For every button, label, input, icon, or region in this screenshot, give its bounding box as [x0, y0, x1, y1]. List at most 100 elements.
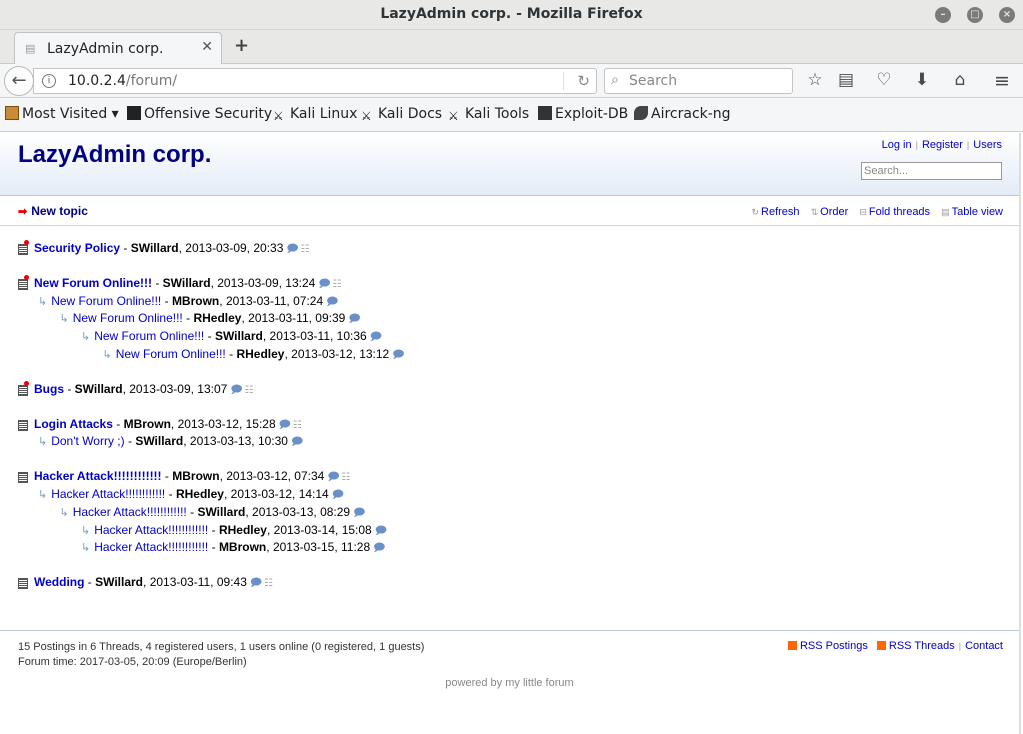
reply-bubble-icon[interactable]: 🗩	[250, 575, 262, 592]
bookmark-kali-docs[interactable]: ⚔ Kali Docs	[361, 106, 442, 123]
menu-icon[interactable]: ≡	[991, 70, 1013, 92]
new-topic-link[interactable]: ➡ New topic	[18, 204, 88, 218]
minimize-icon[interactable]: –	[935, 7, 951, 23]
comma: ,	[143, 575, 150, 590]
post-subject-link[interactable]: Hacker Attack!!!!!!!!!!!!	[51, 487, 165, 501]
tab-close-icon[interactable]: ✕	[201, 39, 213, 55]
forum-search-input[interactable]	[861, 162, 1002, 180]
reply-bubble-icon[interactable]: 🗩	[392, 347, 404, 364]
thread-icon	[18, 380, 29, 396]
maximize-icon[interactable]: □	[967, 7, 983, 23]
post-subject-link[interactable]: Hacker Attack!!!!!!!!!!!!	[73, 505, 187, 519]
fold-label: Fold threads	[868, 206, 931, 218]
post-subject-link[interactable]: Security Policy	[34, 241, 120, 255]
post-subject-link[interactable]: Bugs	[34, 382, 64, 396]
new-tab-icon[interactable]: +	[234, 35, 249, 56]
post-author: SWillard	[74, 381, 123, 396]
rss-icon	[787, 641, 797, 650]
register-link[interactable]: Register	[922, 139, 963, 151]
order-link[interactable]: ⇅ Order	[811, 206, 849, 218]
forum-stats: 15 Postings in 6 Threads, 4 registered u…	[18, 640, 424, 670]
post-subject-link[interactable]: New Forum Online!!!	[34, 276, 152, 290]
refresh-link[interactable]: ↻ Refresh	[751, 206, 799, 218]
reply-arrow-icon: ↳	[38, 488, 48, 501]
contact-link[interactable]: Contact	[965, 640, 1003, 652]
powered-by[interactable]: powered by my little forum	[0, 677, 1019, 689]
reply-bubble-icon[interactable]: 🗩	[375, 523, 387, 540]
forum-title[interactable]: LazyAdmin corp.	[18, 141, 211, 169]
reply-bubble-icon[interactable]: 🗩	[327, 469, 339, 486]
reading-list-icon[interactable]: ▤	[835, 70, 857, 90]
fold-thread-icon[interactable]: ☷	[301, 241, 310, 258]
bookmark-most-visited[interactable]: Most Visited ▾	[5, 106, 119, 122]
post-author: RHedley	[193, 311, 242, 326]
url-text[interactable]: 10.0.2.4/forum/	[68, 73, 177, 89]
login-link[interactable]: Log in	[882, 139, 912, 151]
bookmark-aircrack-ng[interactable]: Aircrack-ng	[634, 106, 731, 122]
url-bar[interactable]: i 10.0.2.4/forum/ ↻	[33, 68, 597, 94]
reply-bubble-icon[interactable]: 🗩	[318, 276, 330, 293]
reply-bubble-icon[interactable]: 🗩	[332, 487, 344, 504]
exploitdb-icon	[538, 106, 552, 120]
download-icon[interactable]: ⬇	[911, 70, 933, 90]
rss-icon	[876, 641, 886, 650]
reply-bubble-icon[interactable]: 🗩	[326, 294, 338, 311]
fold-thread-icon[interactable]: ☷	[264, 575, 273, 592]
post-subject-link[interactable]: Hacker Attack!!!!!!!!!!!!	[34, 469, 162, 483]
fold-thread-icon[interactable]: ☷	[342, 469, 351, 486]
post-subject-link[interactable]: New Forum Online!!!	[94, 329, 204, 343]
browser-search-bar[interactable]: ⌕	[604, 68, 793, 94]
reply-bubble-icon[interactable]: 🗩	[286, 241, 298, 258]
reply-bubble-icon[interactable]: 🗩	[279, 417, 291, 434]
post-subject-link[interactable]: Wedding	[34, 575, 84, 589]
back-button[interactable]: ←	[4, 66, 34, 96]
post-date: 2013-03-15, 11:28	[272, 540, 371, 555]
post-subject-link[interactable]: New Forum Online!!!	[116, 347, 226, 361]
post-subject-link[interactable]: New Forum Online!!!	[73, 311, 183, 325]
bookmark-kali-tools[interactable]: ⚔ Kali Tools	[448, 106, 529, 123]
reply-bubble-icon[interactable]: 🗩	[370, 329, 382, 346]
bookmark-label: Exploit-DB	[555, 106, 629, 122]
reply-bubble-icon[interactable]: 🗩	[353, 505, 365, 522]
dash: -	[182, 311, 194, 326]
rss-threads-link[interactable]: RSS Threads	[876, 640, 955, 652]
post-author: SWillard	[130, 241, 179, 255]
thread-icon	[18, 240, 29, 255]
reply-bubble-icon[interactable]: 🗩	[348, 311, 360, 328]
post-subject-link[interactable]: Hacker Attack!!!!!!!!!!!!	[94, 523, 208, 537]
post-subject-link[interactable]: Hacker Attack!!!!!!!!!!!!	[94, 540, 208, 554]
dash: -	[84, 575, 96, 590]
bookmark-kali-linux[interactable]: ⚔ Kali Linux	[273, 106, 357, 123]
page-content: LazyAdmin corp. Log in|Register|Users ➡N…	[0, 133, 1021, 734]
post-date: 2013-03-13, 10:30	[189, 434, 288, 449]
rss-postings-link[interactable]: RSS Postings	[787, 640, 868, 652]
home-icon[interactable]: ⌂	[949, 70, 971, 90]
reply-bubble-icon[interactable]: 🗩	[230, 382, 242, 399]
bookmark-offensive-security[interactable]: Offensive Security	[127, 106, 272, 122]
fold-thread-icon[interactable]: ☷	[293, 417, 302, 434]
post-date: 2013-03-11, 09:43	[149, 575, 247, 590]
folder-icon	[5, 106, 19, 120]
browser-search-input[interactable]	[629, 72, 789, 90]
pocket-icon[interactable]: ♡	[873, 70, 895, 90]
close-window-icon[interactable]: ×	[999, 7, 1015, 23]
fold-thread-icon[interactable]: ☷	[333, 276, 342, 293]
reply-bubble-icon[interactable]: 🗩	[291, 434, 303, 451]
users-link[interactable]: Users	[973, 139, 1002, 151]
comma: ,	[170, 416, 178, 431]
bookmark-star-icon[interactable]: ☆	[804, 70, 826, 90]
window-titlebar: LazyAdmin corp. - Mozilla Firefox – □ ×	[0, 0, 1023, 30]
comma: ,	[223, 486, 231, 501]
tab-title: LazyAdmin corp.	[47, 41, 164, 57]
reload-icon[interactable]: ↻	[577, 72, 590, 90]
bookmark-exploit-db[interactable]: Exploit-DB	[538, 106, 628, 122]
browser-tab[interactable]: ▤ LazyAdmin corp. ✕	[14, 32, 222, 64]
post-subject-link[interactable]: Login Attacks	[34, 417, 113, 431]
post-subject-link[interactable]: Don't Worry ;)	[51, 434, 124, 448]
reply-bubble-icon[interactable]: 🗩	[373, 540, 385, 557]
site-info-icon[interactable]: i	[42, 74, 56, 88]
post-subject-link[interactable]: New Forum Online!!!	[51, 294, 161, 308]
fold-threads-link[interactable]: ⊟ Fold threads	[859, 206, 930, 218]
fold-thread-icon[interactable]: ☷	[245, 382, 254, 399]
table-view-link[interactable]: ▤ Table view	[941, 206, 1003, 218]
